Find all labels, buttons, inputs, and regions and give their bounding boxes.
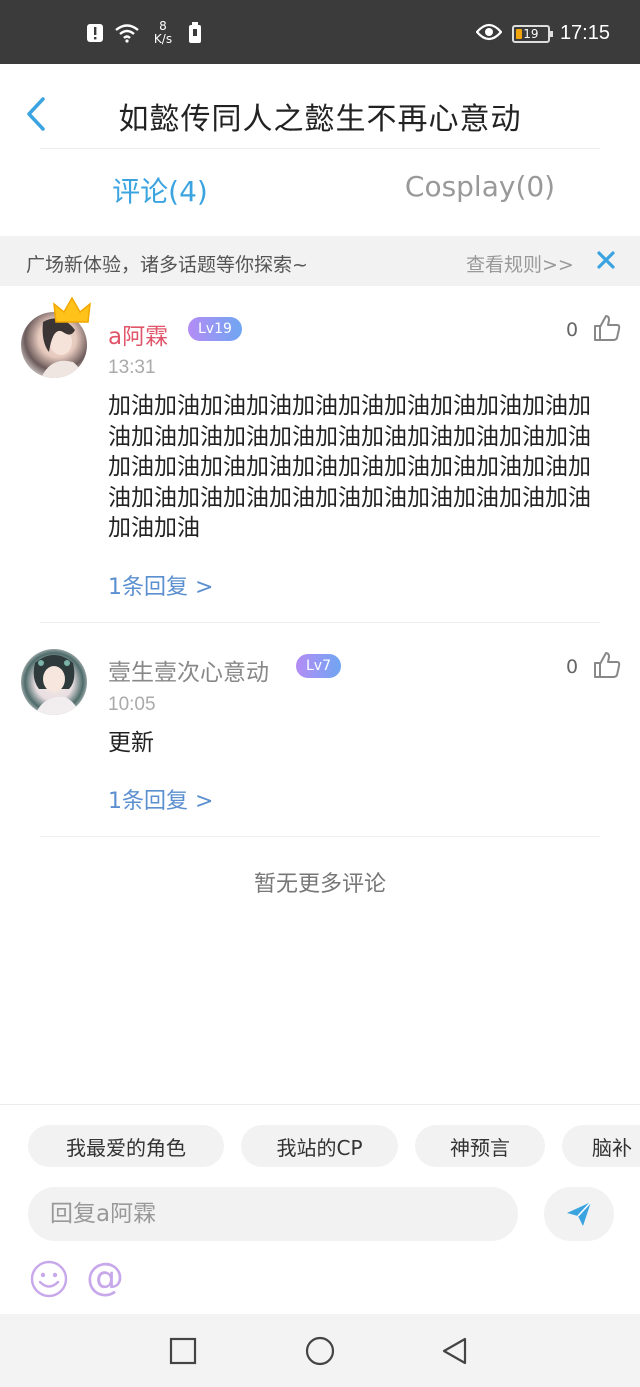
back-triangle-icon[interactable] [440,1336,470,1366]
battery-level: 19 [523,26,539,41]
comment-time: 10:05 [108,694,156,715]
home-icon[interactable] [305,1336,335,1366]
page-title: 如懿传同人之懿生不再心意动 [118,102,522,137]
speed-unit: K/s [153,32,173,46]
notice-text: 广场新体验，诸多话题等你探索~ [26,254,308,276]
close-icon[interactable] [594,248,618,272]
reply-input-wrapper [28,1187,518,1241]
wifi-icon [114,22,140,44]
mention-icon[interactable]: @ [86,1255,128,1299]
view-replies-link[interactable]: 1条回复 > [108,783,213,815]
reply-panel: 我最爱的角色 我站的CP 神预言 脑补 @ [0,1104,640,1314]
topic-chip[interactable]: 神预言 [415,1125,545,1167]
level-badge: Lv7 [296,654,341,678]
thumbs-up-icon[interactable] [592,650,622,680]
comment-divider [40,622,600,623]
tab-cosplay[interactable]: Cosplay(0) [320,170,640,203]
tab-bar: 评论(4) Cosplay(0) [0,170,640,220]
comment-divider [40,836,600,837]
notice-bar: 广场新体验，诸多话题等你探索~ 查看规则>> [0,236,640,286]
reply-input[interactable] [28,1187,518,1241]
clock: 17:15 [559,22,610,44]
status-bar: 8 K/s 19 17:15 [0,0,640,64]
eye-icon [475,23,503,45]
alert-icon [86,22,104,44]
status-right-icons: 19 17:15 [475,22,610,45]
speed-value: 8 [159,19,167,33]
comment-body: 更新 [108,730,154,756]
topic-chip[interactable]: 脑补 [562,1125,640,1167]
comment-username[interactable]: a阿霖 [108,317,168,351]
like-count: 0 [566,656,579,678]
send-icon [567,1201,592,1226]
header-divider [40,148,600,149]
comment-time: 13:31 [108,357,156,378]
no-more-comments: 暂无更多评论 [253,872,386,897]
topic-chips: 我最爱的角色 我站的CP 神预言 脑补 [0,1125,640,1169]
view-rules-link[interactable]: 查看规则>> [466,250,574,277]
send-button[interactable] [544,1187,614,1241]
level-badge: Lv19 [188,317,242,341]
avatar[interactable] [21,649,87,715]
status-left-icons: 8 K/s [86,18,204,48]
comment-username[interactable]: 壹生壹次心意动 [108,653,269,687]
thumbs-up-icon[interactable] [592,313,622,343]
like-count: 0 [566,319,579,341]
topic-chip[interactable]: 我最爱的角色 [28,1125,224,1167]
topic-chip[interactable]: 我站的CP [241,1125,398,1167]
system-nav-bar [0,1314,640,1387]
view-replies-link[interactable]: 1条回复 > [108,569,213,601]
recent-apps-icon[interactable] [168,1336,198,1366]
battery-saver-icon [186,22,204,44]
tab-comments[interactable]: 评论(4) [0,170,320,210]
page-header: 如懿传同人之懿生不再心意动 [0,64,640,164]
emoji-icon[interactable] [29,1259,69,1299]
network-speed: 8 K/s [150,20,176,46]
comment-body: 加油加油加油加油加油加油加油加油加油加油加油加油加油加油加油加油加油加油加油加油… [108,393,591,541]
battery-indicator: 19 [511,24,553,43]
crown-icon [53,296,91,323]
